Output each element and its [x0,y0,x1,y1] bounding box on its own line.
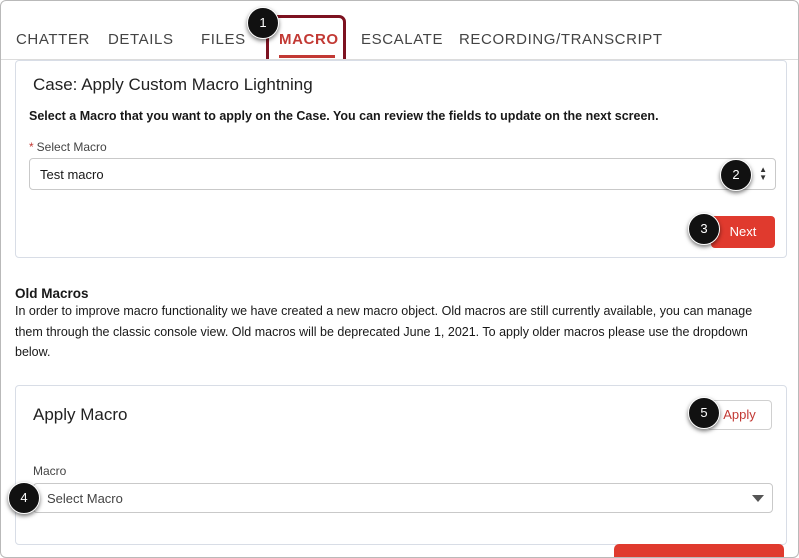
old-macros-heading: Old Macros [15,286,89,301]
callout-badge-5: 5 [688,397,720,429]
old-macros-description: In order to improve macro functionality … [15,304,753,359]
chevron-down-icon [752,495,764,502]
callout-badge-1: 1 [247,7,279,39]
custom-macro-instruction: Select a Macro that you want to apply on… [29,109,659,123]
select-spinner-icon: ▲ ▼ [759,165,767,182]
next-button[interactable]: Next [711,216,775,248]
select-macro-combobox[interactable]: Test macro ▲ ▼ [29,158,776,190]
select-macro-value: Test macro [40,167,104,182]
macro-select-placeholder: Select Macro [47,491,123,506]
custom-macro-title: Case: Apply Custom Macro Lightning [33,75,313,94]
select-macro-label: * Select Macro [29,140,107,154]
apply-macro-card: Apply Macro Apply Macro Select Macro [15,385,787,545]
tab-escalate[interactable]: ESCALATE [361,31,443,48]
callout-badge-2: 2 [720,159,752,191]
custom-macro-card: Case: Apply Custom Macro Lightning Selec… [15,60,787,258]
tab-details[interactable]: DETAILS [108,31,174,48]
macro-field-label: Macro [33,464,67,478]
callout-badge-3: 3 [688,213,720,245]
required-marker: * [29,140,34,154]
select-macro-label-text: Select Macro [36,140,107,154]
apply-macro-title: Apply Macro [33,405,128,424]
tab-recording-transcript[interactable]: RECORDING/TRANSCRIPT [459,31,663,48]
macro-panel: CHATTER DETAILS FILES MACRO ESCALATE REC… [0,0,799,558]
callout-badge-4: 4 [8,482,40,514]
tab-files[interactable]: FILES [201,31,246,48]
macro-select[interactable]: Select Macro [33,483,773,513]
partial-button[interactable] [614,544,784,557]
tab-chatter[interactable]: CHATTER [16,31,90,48]
